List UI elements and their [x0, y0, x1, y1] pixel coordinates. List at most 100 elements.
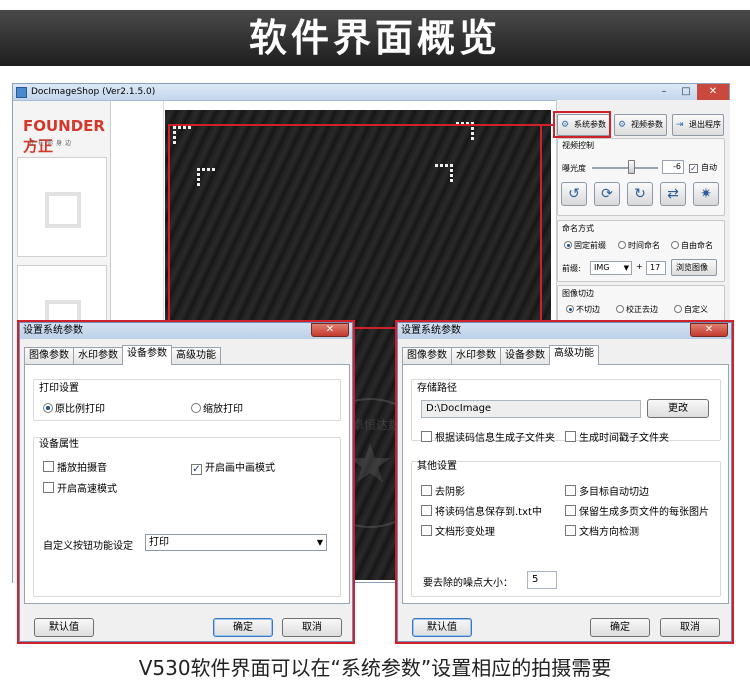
tab-advanced[interactable]: 高级功能: [171, 347, 221, 365]
radio-icon: [618, 241, 626, 249]
noise-size-input[interactable]: 5: [527, 571, 557, 589]
plus-label: +: [636, 262, 643, 271]
auto-exposure-checkbox[interactable]: ✓ 自动: [689, 162, 717, 173]
fixed-prefix-label: 固定前缀: [574, 241, 606, 250]
rotate-left-button[interactable]: ↺: [561, 182, 587, 206]
maximize-button[interactable]: □: [675, 84, 697, 100]
radio-print-proportional[interactable]: 原比例打印: [43, 400, 105, 415]
radio-selected-icon: [566, 305, 574, 313]
preview-highlight-frame: [168, 124, 542, 329]
radio-custom-crop[interactable]: 自定义: [674, 304, 708, 315]
minimize-button[interactable]: –: [653, 84, 675, 100]
tab-image-params[interactable]: 图像参数: [402, 347, 452, 365]
video-settings-icon: ⚙: [618, 120, 627, 130]
radio-time-name[interactable]: 时间命名: [618, 240, 660, 251]
deform-process-label: 文档形变处理: [435, 527, 495, 538]
timestamp-folder-label: 生成时间戳子文件夹: [579, 433, 669, 444]
brightness-button[interactable]: ✷: [693, 182, 719, 206]
no-crop-label: 不切边: [576, 305, 600, 314]
dialog-close-button[interactable]: ✕: [311, 323, 349, 337]
exit-button[interactable]: ⇥ 退出程序: [672, 114, 724, 136]
default-button[interactable]: 默认值: [34, 618, 94, 637]
free-name-label: 自由命名: [681, 241, 713, 250]
ok-button[interactable]: 确定: [213, 618, 273, 637]
checkbox-pip-mode[interactable]: ✓ 开启画中画模式: [191, 459, 275, 475]
tab-watermark-params[interactable]: 水印参数: [451, 347, 501, 365]
high-speed-label: 开启高速模式: [57, 484, 117, 495]
radio-icon: [616, 305, 624, 313]
checkbox-save-code-txt[interactable]: 将读码信息保存到.txt中: [421, 503, 542, 518]
checkbox-keep-multi-page[interactable]: 保留生成多页文件的每张图片: [565, 503, 709, 518]
refresh-button[interactable]: ⟳: [594, 182, 620, 206]
tab-device-params[interactable]: 设备参数: [122, 345, 172, 365]
counter-input[interactable]: 17: [646, 261, 666, 275]
checkbox-orientation-detect[interactable]: 文档方向检测: [565, 523, 639, 538]
radio-icon: [191, 403, 201, 413]
dialog-title: 设置系统参数: [398, 323, 731, 339]
dialog-tabs: 图像参数 水印参数 设备参数 高级功能: [24, 345, 221, 365]
close-button[interactable]: ✕: [697, 84, 729, 100]
storage-path-input[interactable]: D:\DocImage: [421, 400, 641, 418]
rotate-right-icon: ↻: [634, 186, 646, 202]
radio-print-scaled[interactable]: 缩放打印: [191, 400, 243, 415]
custom-button-label: 自定义按钮功能设定: [43, 541, 133, 552]
checkbox-checked-icon: ✓: [689, 164, 698, 173]
prefix-select[interactable]: IMG ▼: [590, 261, 632, 275]
dialog-frame: 设置系统参数 ✕ 图像参数 水印参数 设备参数 高级功能 存储路径 D:\Doc…: [397, 322, 732, 642]
tab-image-params[interactable]: 图像参数: [24, 347, 74, 365]
checkbox-subfolder-by-code[interactable]: 根据读码信息生成子文件夹: [421, 429, 555, 444]
device-properties-title: 设备属性: [39, 439, 79, 450]
exposure-value[interactable]: -6: [662, 160, 684, 174]
checkbox-icon: [421, 505, 432, 516]
custom-crop-label: 自定义: [684, 305, 708, 314]
checkbox-deform-process[interactable]: 文档形变处理: [421, 523, 495, 538]
tab-advanced[interactable]: 高级功能: [549, 345, 599, 365]
banner: 软件界面概览: [0, 0, 750, 76]
remove-shadow-label: 去阴影: [435, 487, 465, 498]
checkbox-multi-target-crop[interactable]: 多目标自动切边: [565, 483, 649, 498]
rotate-right-button[interactable]: ↻: [627, 182, 653, 206]
checkbox-icon: [565, 431, 576, 442]
cancel-button[interactable]: 取消: [282, 618, 342, 637]
checkbox-shutter-sound[interactable]: 播放拍摄音: [43, 459, 107, 474]
default-button[interactable]: 默认值: [412, 618, 472, 637]
image-placeholder-icon: [45, 192, 81, 228]
radio-selected-icon: [564, 241, 572, 249]
chevron-down-icon: ▼: [316, 538, 323, 547]
browse-images-button[interactable]: 浏览图像: [671, 259, 717, 276]
tab-watermark-params[interactable]: 水印参数: [73, 347, 123, 365]
time-name-label: 时间命名: [628, 241, 660, 250]
cropping-title: 图像切边: [562, 289, 594, 298]
change-path-button[interactable]: 更改: [647, 399, 709, 418]
dialog-close-button[interactable]: ✕: [690, 323, 728, 337]
tab-device-params[interactable]: 设备参数: [500, 347, 550, 365]
multi-target-crop-label: 多目标自动切边: [579, 487, 649, 498]
radio-fixed-prefix[interactable]: 固定前缀: [564, 240, 606, 251]
chevron-down-icon: ▼: [623, 264, 629, 272]
swap-button[interactable]: ⇄: [660, 182, 686, 206]
settings-dialog-advanced: 设置系统参数 ✕ 图像参数 水印参数 设备参数 高级功能 存储路径 D:\Doc…: [395, 320, 734, 644]
system-params-highlight: [553, 111, 611, 138]
radio-no-crop[interactable]: 不切边: [566, 304, 600, 315]
exposure-slider-track[interactable]: [592, 167, 658, 169]
radio-deskew[interactable]: 校正去边: [616, 304, 658, 315]
window-controls: – □ ✕: [653, 84, 729, 101]
brand-tagline: 正在你身边: [29, 140, 75, 147]
radio-free-name[interactable]: 自由命名: [671, 240, 713, 251]
orientation-detect-label: 文档方向检测: [579, 527, 639, 538]
ok-button[interactable]: 确定: [590, 618, 650, 637]
checkbox-high-speed[interactable]: 开启高速模式: [43, 480, 117, 495]
video-params-button[interactable]: ⚙ 视频参数: [614, 114, 667, 136]
video-control-title: 视频控制: [562, 141, 594, 150]
thumbnail-item[interactable]: [17, 157, 107, 257]
checkbox-timestamp-folder[interactable]: 生成时间戳子文件夹: [565, 429, 669, 444]
exposure-slider-thumb[interactable]: [628, 160, 635, 174]
checkbox-remove-shadow[interactable]: 去阴影: [421, 483, 465, 498]
exit-label: 退出程序: [689, 120, 721, 129]
cancel-button[interactable]: 取消: [660, 618, 720, 637]
browse-label: 浏览图像: [676, 263, 708, 272]
checkbox-icon: [565, 485, 576, 496]
naming-title: 命名方式: [562, 224, 594, 233]
checkbox-icon: [421, 431, 432, 442]
custom-button-select[interactable]: 打印 ▼: [145, 534, 327, 551]
